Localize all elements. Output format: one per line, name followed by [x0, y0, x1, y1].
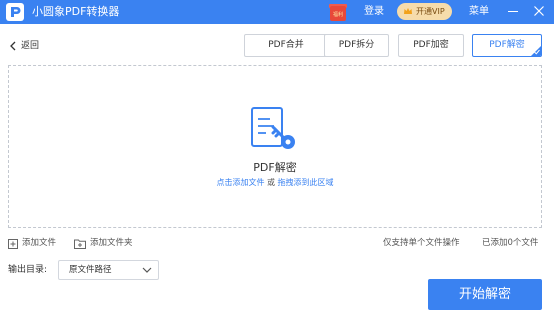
drag-area-link[interactable]: 拖拽添到此区域: [278, 178, 334, 187]
app-window: 小圆象PDF转换器 福利 登录 开通VIP 菜单 返回 PDF合并 PDF拆分 …: [0, 0, 554, 314]
output-dir-select[interactable]: 原文件路径: [58, 260, 159, 280]
title-bar: 小圆象PDF转换器 福利 登录 开通VIP 菜单: [0, 0, 554, 24]
gift-icon[interactable]: 福利: [329, 2, 347, 21]
app-logo-icon: [6, 3, 24, 21]
tab-pdf-split[interactable]: PDF拆分: [324, 34, 389, 57]
add-folder-label: 添加文件夹: [90, 238, 133, 248]
chevron-left-icon: [10, 41, 16, 51]
login-button[interactable]: 登录: [364, 5, 384, 19]
app-title: 小圆象PDF转换器: [32, 5, 120, 18]
minimize-icon[interactable]: [508, 11, 518, 12]
tab-pdf-merge[interactable]: PDF合并: [244, 34, 328, 57]
gift-label: 福利: [332, 12, 343, 18]
start-decrypt-button[interactable]: 开始解密: [428, 279, 542, 310]
drop-zone-title: PDF解密: [253, 161, 297, 174]
file-drop-zone[interactable]: PDF解密 点击添加文件 或 拖拽添到此区域: [8, 65, 542, 228]
back-label: 返回: [21, 41, 40, 51]
drop-zone-hint: 点击添加文件 或 拖拽添到此区域: [9, 176, 541, 190]
add-file-button[interactable]: 添加文件: [8, 237, 56, 250]
add-file-label: 添加文件: [22, 238, 57, 248]
output-dir-label: 输出目录:: [8, 265, 48, 275]
output-dir-value: 原文件路径: [69, 265, 112, 275]
check-icon: [534, 49, 540, 55]
back-button[interactable]: 返回: [9, 39, 39, 53]
click-add-file-link[interactable]: 点击添加文件: [216, 178, 264, 187]
file-key-icon: [251, 107, 295, 149]
crown-icon: [404, 8, 412, 14]
single-file-note: 仅支持单个文件操作: [383, 238, 460, 248]
add-folder-icon: [74, 239, 86, 249]
tab-pdf-decrypt[interactable]: PDF解密: [472, 34, 542, 57]
menu-button[interactable]: 菜单: [469, 5, 489, 19]
added-file-count: 已添加0个文件: [482, 238, 539, 248]
vip-button[interactable]: 开通VIP: [397, 3, 452, 20]
hint-or-text: 或: [264, 178, 278, 187]
vip-label: 开通VIP: [416, 7, 445, 16]
chevron-down-icon: [142, 267, 152, 273]
add-folder-button[interactable]: 添加文件夹: [74, 237, 133, 250]
tab-pdf-encrypt[interactable]: PDF加密: [398, 34, 464, 57]
tab-pdf-decrypt-label: PDF解密: [489, 40, 525, 50]
add-file-icon: [8, 238, 18, 249]
close-icon[interactable]: [533, 5, 545, 17]
